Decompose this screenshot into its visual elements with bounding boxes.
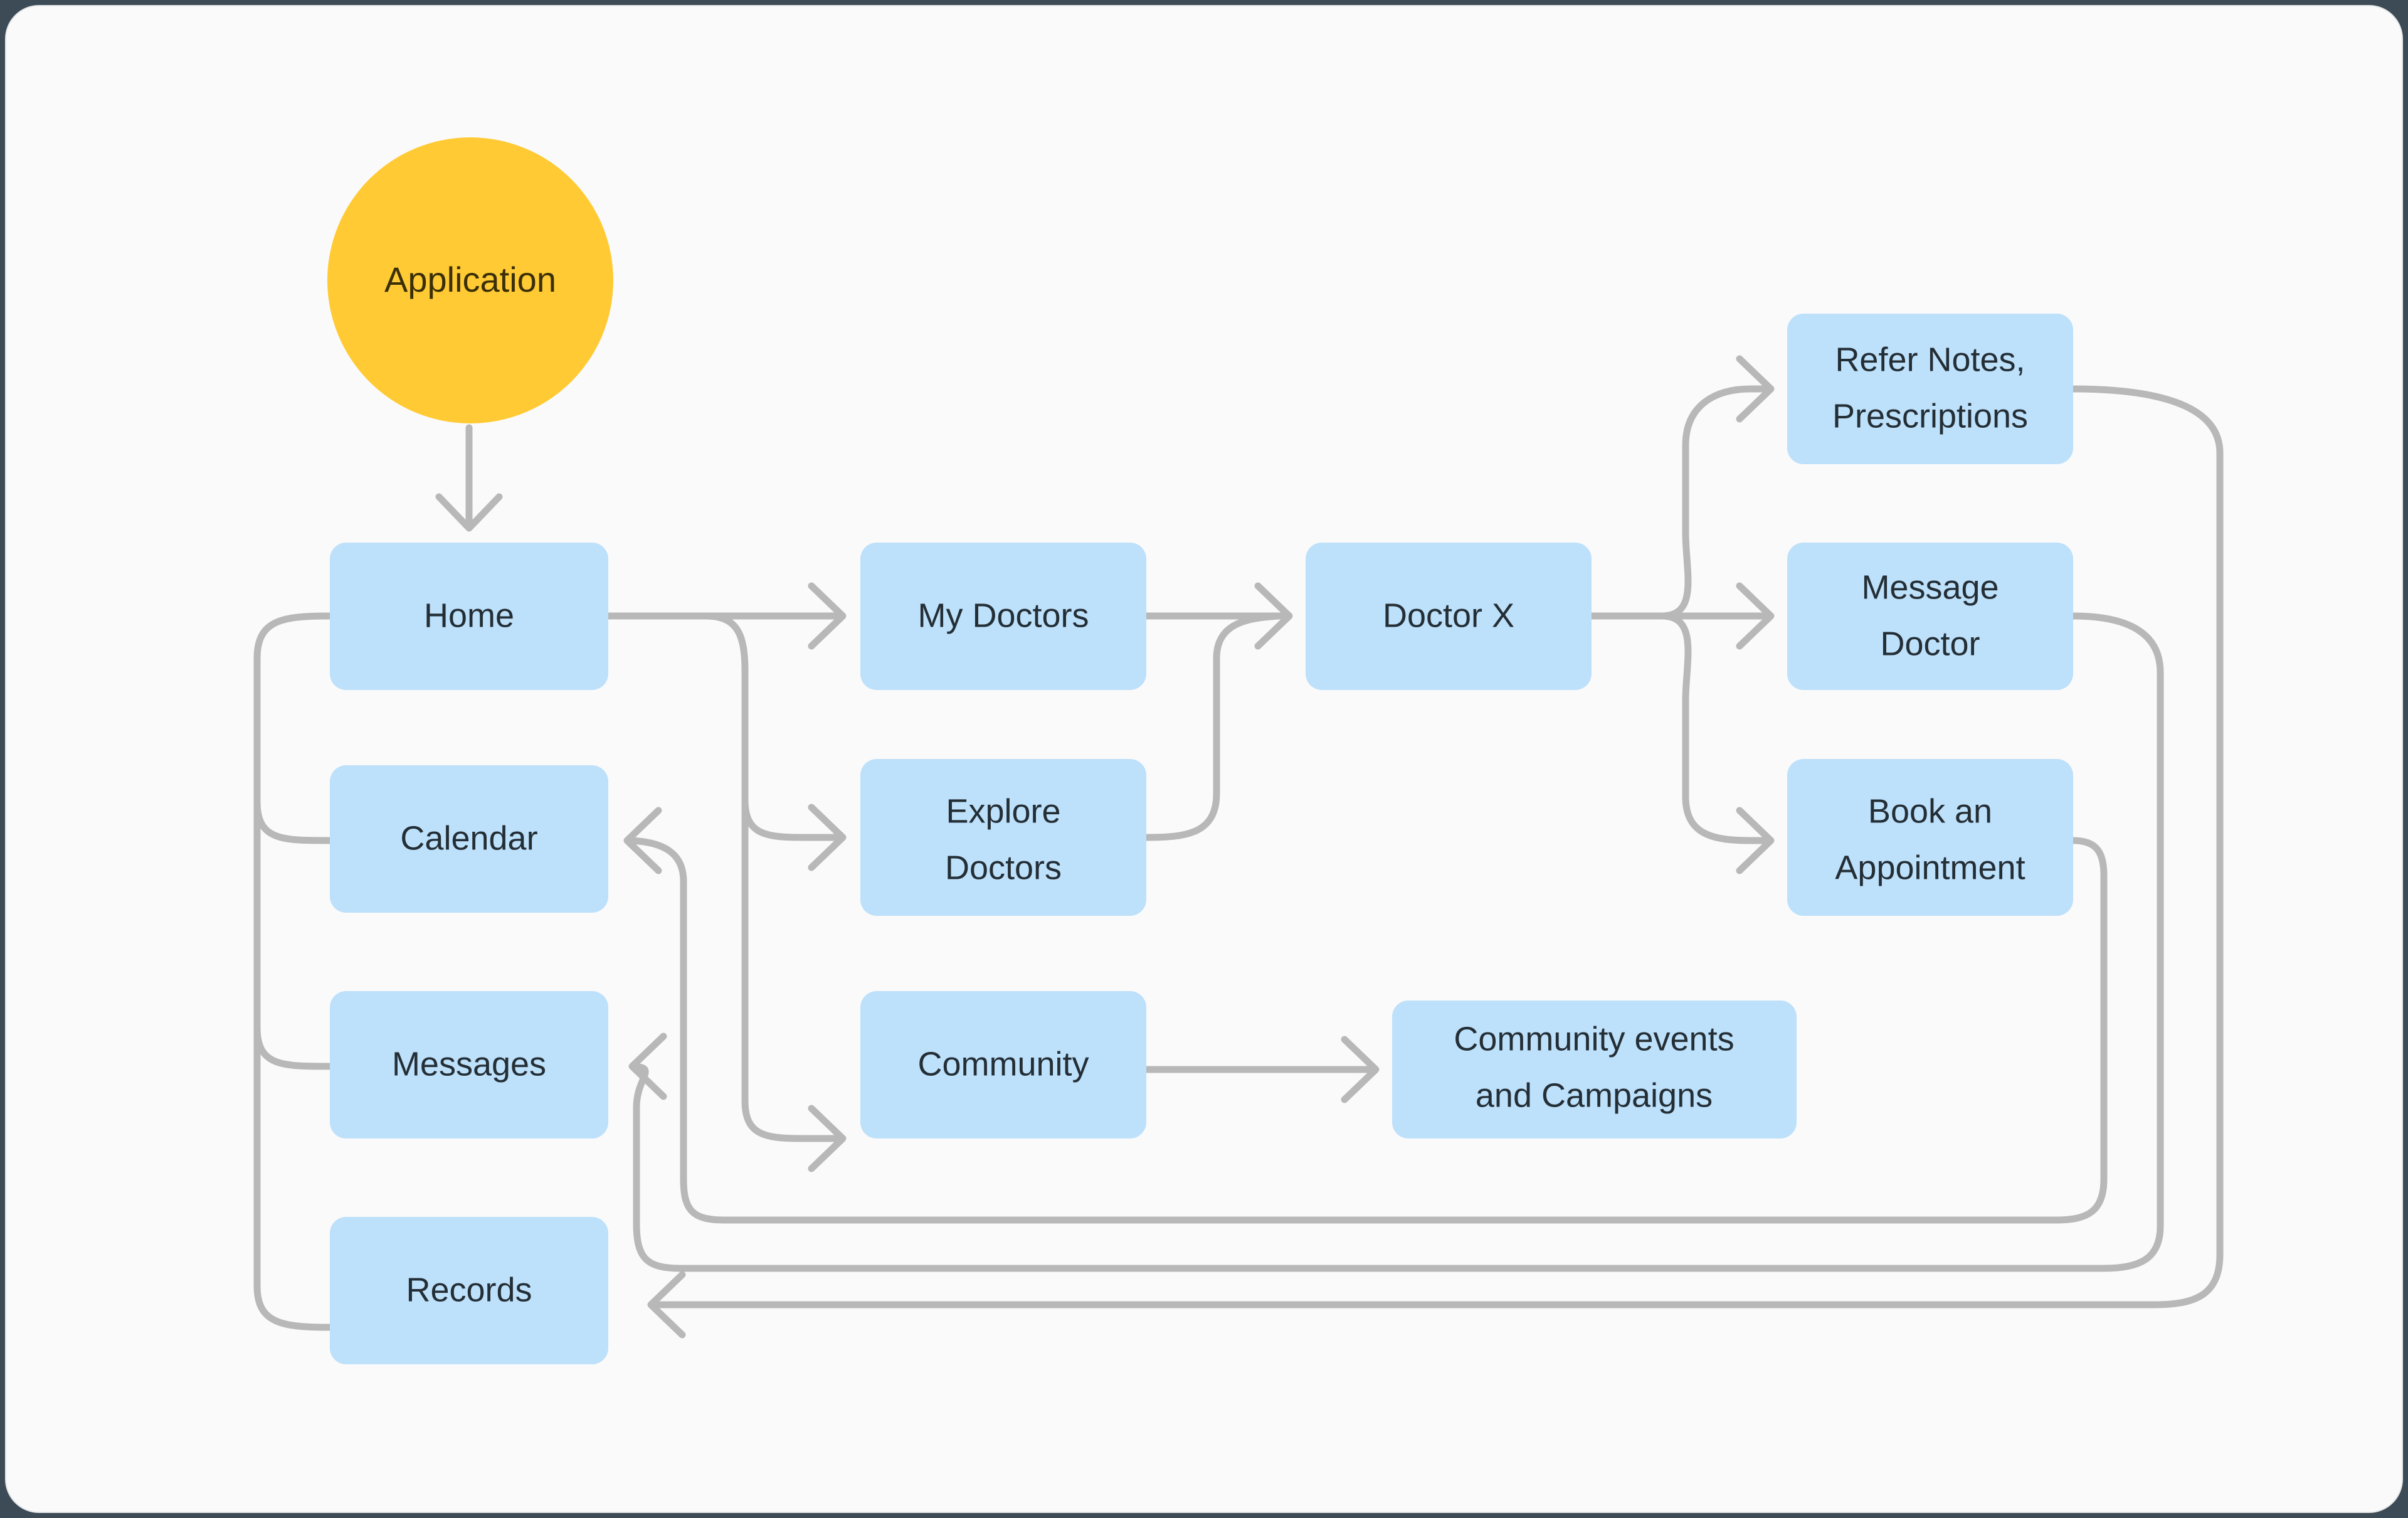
home-label: Home <box>424 597 514 634</box>
community-events-label-line2: and Campaigns <box>1476 1076 1713 1114</box>
diagram-canvas: Application Home Calendar Messages Recor… <box>6 6 2402 1512</box>
explore-doctors-label-line2: Doctors <box>945 849 1062 886</box>
message-doctor-label-line1: Message <box>1861 568 1999 606</box>
book-appointment-box[interactable] <box>1787 759 2073 916</box>
node-message-doctor[interactable]: Message Doctor <box>1787 543 2073 690</box>
book-appointment-label-line2: Appointment <box>1835 849 2025 886</box>
node-my-doctors[interactable]: My Doctors <box>860 543 1146 690</box>
node-community-events[interactable]: Community events and Campaigns <box>1392 1001 1797 1138</box>
explore-doctors-box[interactable] <box>860 759 1146 916</box>
node-doctor-x[interactable]: Doctor X <box>1306 543 1592 690</box>
refer-notes-label-line1: Refer Notes, <box>1835 341 2025 378</box>
refer-notes-label-line2: Prescriptions <box>1832 397 2028 435</box>
node-messages[interactable]: Messages <box>330 991 608 1138</box>
node-explore-doctors[interactable]: Explore Doctors <box>860 759 1146 916</box>
flowchart-svg: Application Home Calendar Messages Recor… <box>253 137 2224 1364</box>
book-appointment-label-line1: Book an <box>1868 792 1992 830</box>
doctor-x-label: Doctor X <box>1383 597 1514 634</box>
edge-spine-branch-calendar <box>253 798 334 844</box>
edge-home-fanout-trunk <box>702 612 845 1142</box>
explore-doctors-label-line1: Explore <box>946 792 1060 830</box>
node-layer: Application Home Calendar Messages Recor… <box>327 137 2073 1364</box>
node-community[interactable]: Community <box>860 991 1146 1138</box>
node-home[interactable]: Home <box>330 543 608 690</box>
node-calendar[interactable]: Calendar <box>330 765 608 913</box>
application-label: Application <box>384 260 556 299</box>
community-label: Community <box>917 1045 1089 1083</box>
edge-spine-branch-messages <box>253 1024 334 1070</box>
community-events-label-line1: Community events <box>1454 1020 1734 1058</box>
message-doctor-label-line2: Doctor <box>1880 625 1980 662</box>
edge-message-doctor-to-messages <box>630 612 2164 1272</box>
node-refer-notes[interactable]: Refer Notes, Prescriptions <box>1787 314 2073 464</box>
node-book-appointment[interactable]: Book an Appointment <box>1787 759 2073 916</box>
edge-left-spine <box>253 612 334 1331</box>
edge-doctor-x-to-book-appointment <box>1658 612 1773 844</box>
edge-doctor-x-to-refer-notes <box>1658 385 1773 620</box>
records-label: Records <box>406 1271 532 1308</box>
node-application[interactable]: Application <box>327 137 613 423</box>
message-doctor-box[interactable] <box>1787 543 2073 690</box>
messages-label: Messages <box>392 1045 546 1083</box>
calendar-label: Calendar <box>400 819 537 857</box>
node-records[interactable]: Records <box>330 1217 608 1364</box>
refer-notes-box[interactable] <box>1787 314 2073 464</box>
my-doctors-label: My Doctors <box>917 597 1089 634</box>
